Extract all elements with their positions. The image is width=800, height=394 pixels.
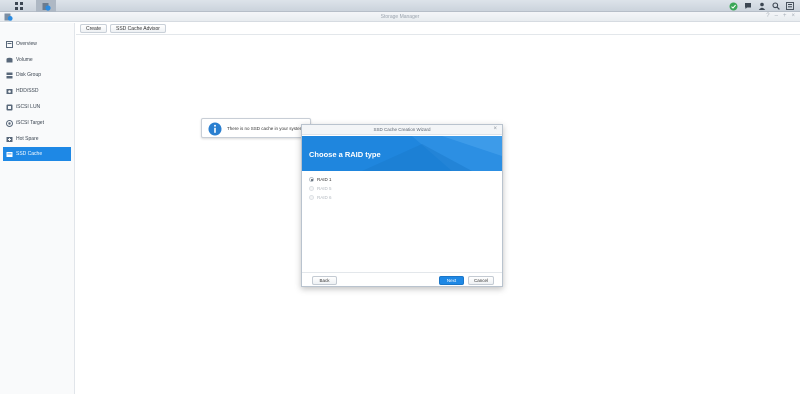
iscsi-lun-icon <box>5 103 13 111</box>
storage-manager-taskbar-button[interactable] <box>36 0 56 12</box>
cancel-button[interactable]: Cancel <box>468 276 494 285</box>
volume-icon <box>5 56 13 64</box>
hot-spare-icon <box>5 135 13 143</box>
ssd-cache-advisor-button[interactable]: SSD Cache Advisor <box>110 24 166 33</box>
sidebar-item-overview[interactable]: Overview <box>3 37 71 51</box>
sidebar-item-hdd-ssd[interactable]: HDD/SSD <box>3 84 71 98</box>
sidebar-item-iscsi-lun[interactable]: iSCSI LUN <box>3 100 71 114</box>
sidebar-item-disk-group[interactable]: Disk Group <box>3 68 71 82</box>
close-icon[interactable]: × <box>791 13 795 19</box>
storage-manager-icon <box>42 2 51 11</box>
sidebar-item-label: Disk Group <box>16 72 42 78</box>
window-titlebar[interactable]: Storage Manager ? – + × <box>0 12 800 22</box>
widgets-icon[interactable] <box>785 2 794 11</box>
info-icon <box>208 122 222 136</box>
dialog-footer-divider <box>302 272 502 273</box>
sidebar-item-label: Volume <box>16 57 33 63</box>
dialog-titlebar[interactable]: SSD Cache Creation Wizard × <box>302 125 502 135</box>
raid5-option: RAID 5 <box>309 186 332 191</box>
raid1-option[interactable]: RAID 1 <box>309 177 332 182</box>
ssd-cache-wizard-dialog: SSD Cache Creation Wizard × Choose a RAI… <box>301 124 503 287</box>
raid5-label: RAID 5 <box>317 186 332 191</box>
maximize-icon[interactable]: + <box>783 13 787 19</box>
raid1-radio[interactable] <box>309 177 314 182</box>
sidebar: Overview Volume Disk Group HDD/SSD iSCSI… <box>0 23 75 394</box>
close-icon[interactable]: × <box>493 126 497 132</box>
sidebar-item-label: HDD/SSD <box>16 88 39 94</box>
iscsi-target-icon <box>5 119 13 127</box>
wizard-banner: Choose a RAID type <box>302 136 502 171</box>
sidebar-item-volume[interactable]: Volume <box>3 53 71 67</box>
disk-group-icon <box>5 71 13 79</box>
sidebar-item-iscsi-target[interactable]: iSCSI Target <box>3 116 71 130</box>
chat-icon[interactable] <box>743 2 752 11</box>
back-button[interactable]: Back <box>312 276 337 285</box>
raid6-label: RAID 6 <box>317 195 332 200</box>
wizard-heading: Choose a RAID type <box>309 150 381 159</box>
dialog-title: SSD Cache Creation Wizard <box>373 127 431 132</box>
notification-status-icon[interactable] <box>729 2 738 11</box>
raid6-option: RAID 6 <box>309 195 332 200</box>
notice-message: There is no SSD cache in your system <box>227 126 304 131</box>
hdd-icon <box>5 87 13 95</box>
toolbar: Create SSD Cache Advisor <box>80 24 166 33</box>
sidebar-item-label: Overview <box>16 41 37 47</box>
window-title: Storage Manager <box>380 14 420 20</box>
next-button[interactable]: Next <box>439 276 464 285</box>
user-icon[interactable] <box>757 2 766 11</box>
ssd-cache-icon <box>5 150 13 158</box>
sidebar-item-hot-spare[interactable]: Hot Spare <box>3 132 71 146</box>
sidebar-item-label: Hot Spare <box>16 136 39 142</box>
raid1-label: RAID 1 <box>317 177 332 182</box>
empty-state-notice: There is no SSD cache in your system <box>201 118 311 138</box>
main-menu-button[interactable] <box>9 0 29 12</box>
raid6-radio <box>309 195 314 200</box>
overview-icon <box>5 40 13 48</box>
search-icon[interactable] <box>771 2 780 11</box>
sidebar-item-label: SSD Cache <box>16 151 43 157</box>
grid-icon <box>15 2 23 10</box>
minimize-icon[interactable]: – <box>775 13 778 19</box>
help-icon[interactable]: ? <box>766 13 769 19</box>
sidebar-item-label: iSCSI LUN <box>16 104 41 110</box>
sidebar-item-label: iSCSI Target <box>16 120 44 126</box>
sidebar-item-ssd-cache[interactable]: SSD Cache <box>3 147 71 161</box>
raid5-radio <box>309 186 314 191</box>
create-button[interactable]: Create <box>80 24 108 33</box>
toolbar-divider <box>76 34 800 35</box>
taskbar <box>0 0 800 12</box>
